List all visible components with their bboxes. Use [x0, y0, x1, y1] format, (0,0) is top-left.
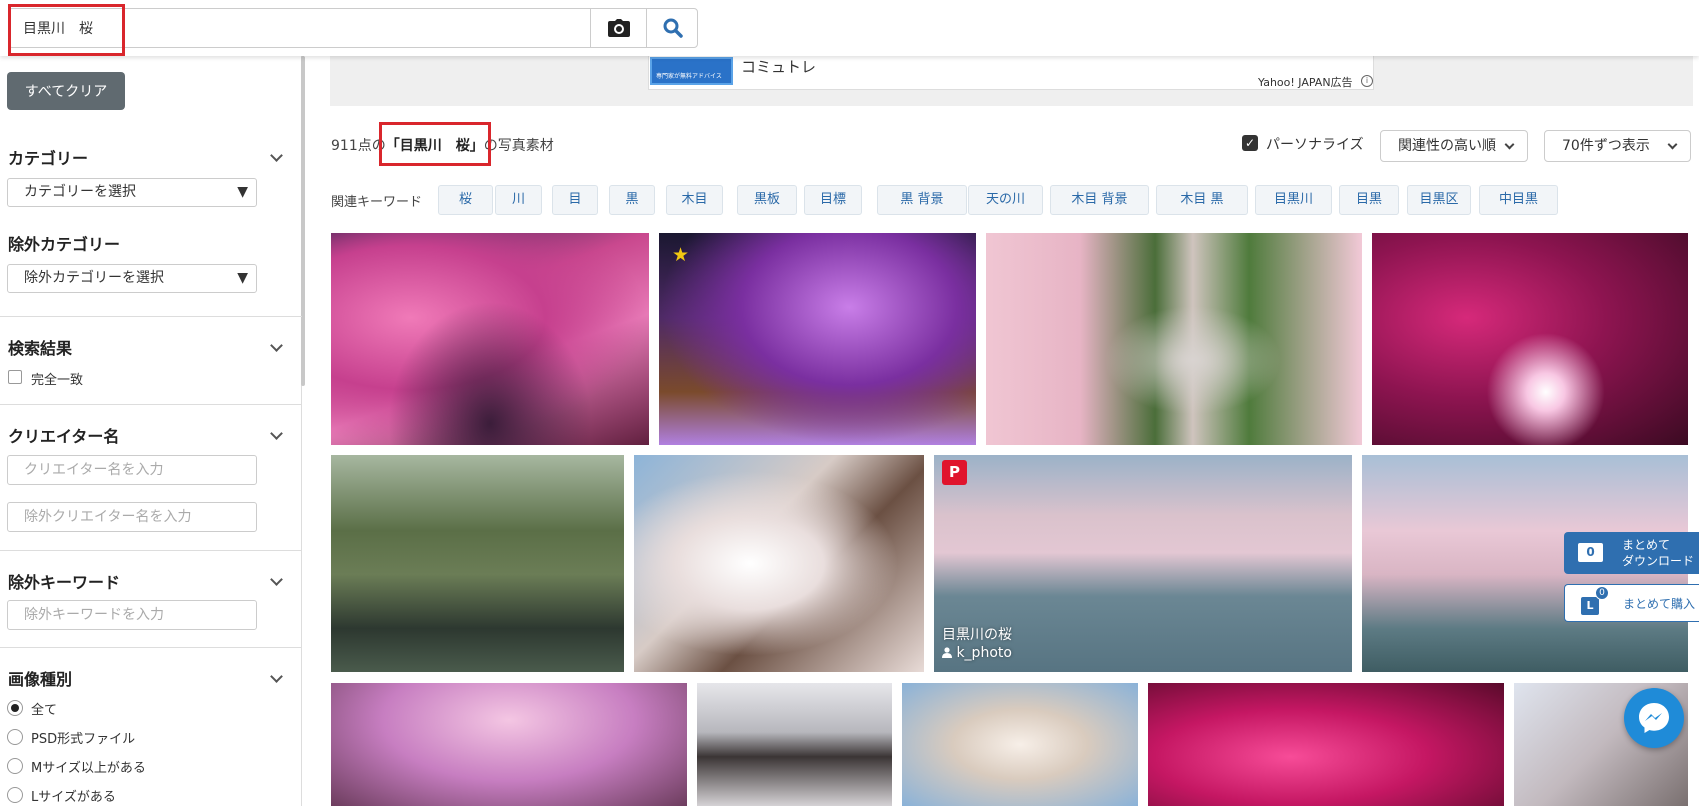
bulk-download-label: まとめてダウンロード [1622, 537, 1694, 569]
highlight-search-query [8, 4, 125, 56]
messenger-icon [1639, 703, 1669, 733]
exclude-category-select-value: 除外カテゴリーを選択 [24, 270, 164, 286]
ad-thumbnail[interactable]: 専門家が無料アドバイス [650, 57, 733, 85]
camera-icon [607, 19, 630, 37]
related-keywords-label: 関連キーワード [331, 195, 423, 210]
related-keyword-chip[interactable]: 木目 背景 [1050, 185, 1149, 215]
related-keyword-chip[interactable]: 黒 [609, 185, 655, 215]
bulk-buy-button[interactable]: L 0 まとめて購入 [1564, 584, 1699, 622]
exclude-creator-input[interactable]: 除外クリエイター名を入力 [7, 502, 257, 532]
photo-thumbnail[interactable] [1148, 683, 1504, 806]
bulk-download-label-line2: ダウンロード [1622, 554, 1695, 568]
buy-count-badge: 0 [1595, 586, 1609, 600]
photo-thumbnail[interactable] [331, 683, 687, 806]
sort-value: 関連性の高い順 [1398, 138, 1496, 154]
chevron-down-icon [1667, 139, 1678, 150]
exclude-keyword-title: 除外キーワード [8, 573, 121, 592]
photo-thumbnail[interactable] [634, 455, 924, 672]
related-keyword-chip[interactable]: 黒 背景 [877, 185, 967, 215]
related-keyword-chip[interactable]: 目標 [804, 185, 862, 215]
category-title: カテゴリー [8, 149, 89, 168]
divider [0, 404, 302, 405]
image-type-radio-l[interactable] [7, 787, 23, 803]
related-keyword-chip[interactable]: 桜 [438, 185, 493, 215]
photo-thumbnail[interactable] [697, 683, 892, 806]
header [0, 0, 1699, 56]
bulk-download-button[interactable]: 0 まとめてダウンロード [1564, 532, 1699, 574]
user-icon [942, 647, 952, 658]
cart-icon: L [1581, 597, 1599, 615]
related-keyword-chip[interactable]: 目黒川 [1255, 185, 1332, 215]
photo-thumbnail[interactable] [986, 233, 1362, 445]
image-type-label: Lサイズがある [31, 790, 116, 805]
image-type-label: 全て [31, 703, 58, 718]
image-type-radio-all[interactable] [7, 700, 23, 716]
ad-thumbnail-text: 専門家が無料アドバイス [656, 73, 722, 80]
photo-thumbnail[interactable] [902, 683, 1138, 806]
image-type-radio-psd[interactable] [7, 729, 23, 745]
info-icon[interactable]: i [1361, 75, 1373, 87]
creator-input[interactable]: クリエイター名を入力 [7, 455, 257, 485]
per-page-dropdown[interactable]: 70件ずつ表示 [1544, 130, 1691, 162]
messenger-chat-button[interactable] [1624, 688, 1684, 748]
related-keyword-chip[interactable]: 木目 [666, 185, 723, 215]
pinterest-icon[interactable]: P [942, 460, 967, 485]
exclude-keyword-input[interactable]: 除外キーワードを入力 [7, 600, 257, 630]
divider [0, 647, 302, 648]
related-keyword-chip[interactable]: 木目 黒 [1156, 185, 1248, 215]
exact-match-checkbox[interactable] [8, 370, 22, 384]
result-count-suffix: の写真素材 [483, 138, 554, 154]
related-keyword-chip[interactable]: 中目黒 [1479, 185, 1558, 215]
clear-all-button[interactable]: すべてクリア [7, 72, 125, 110]
bulk-download-label-line1: まとめて [1622, 538, 1671, 552]
camera-search-button[interactable] [590, 9, 646, 47]
per-page-value: 70件ずつ表示 [1562, 138, 1650, 154]
personalize-checkbox[interactable]: ✓ [1242, 135, 1258, 151]
photo-thumbnail[interactable] [659, 233, 976, 445]
photo-author[interactable]: k_photo [942, 645, 1012, 661]
category-select[interactable]: カテゴリーを選択 ▼ [7, 178, 257, 207]
image-type-label: PSD形式ファイル [31, 732, 136, 747]
search-button[interactable] [646, 9, 698, 47]
sort-dropdown[interactable]: 関連性の高い順 [1380, 130, 1528, 162]
exclude-category-select[interactable]: 除外カテゴリーを選択 ▼ [7, 264, 257, 293]
related-keyword-chip[interactable]: 天の川 [968, 185, 1043, 215]
photo-thumbnail[interactable] [1372, 233, 1688, 445]
divider [0, 550, 302, 551]
ad-label: Yahoo! JAPAN広告 [1258, 76, 1353, 89]
sidebar-scrollbar[interactable] [301, 56, 305, 386]
image-type-radio-m[interactable] [7, 758, 23, 774]
exact-match-label: 完全一致 [31, 373, 84, 388]
divider [0, 316, 302, 317]
chevron-down-icon [1504, 139, 1515, 150]
related-keyword-chip[interactable]: 目黒区 [1407, 185, 1471, 215]
creator-title: クリエイター名 [8, 427, 120, 446]
image-type-title: 画像種別 [8, 670, 73, 689]
image-type-label: Mサイズ以上がある [31, 761, 146, 776]
photo-thumbnail[interactable] [331, 455, 624, 672]
highlight-result-query [379, 122, 491, 166]
related-keyword-chip[interactable]: 黒板 [737, 185, 797, 215]
result-count-prefix: 911点の [331, 138, 386, 154]
bulk-buy-label: まとめて購入 [1623, 597, 1696, 611]
related-keyword-chip[interactable]: 目黒 [1339, 185, 1399, 215]
star-icon: ★ [672, 244, 690, 266]
photo-author-name: k_photo [956, 645, 1012, 661]
download-count-badge: 0 [1578, 543, 1603, 562]
ad-text[interactable]: コミュトレ [741, 56, 816, 77]
photo-thumbnail[interactable] [331, 233, 649, 445]
personalize-label: パーソナライズ [1266, 137, 1364, 153]
related-keyword-chip[interactable]: 川 [495, 185, 542, 215]
caret-down-icon: ▼ [237, 270, 248, 286]
category-select-value: カテゴリーを選択 [24, 184, 136, 200]
exclude-category-title: 除外カテゴリー [8, 235, 121, 254]
related-keyword-chip[interactable]: 目 [552, 185, 598, 215]
search-icon [663, 18, 683, 38]
search-results-title: 検索結果 [8, 339, 73, 358]
caret-down-icon: ▼ [237, 184, 248, 200]
photo-title[interactable]: 目黒川の桜 [942, 624, 1012, 644]
